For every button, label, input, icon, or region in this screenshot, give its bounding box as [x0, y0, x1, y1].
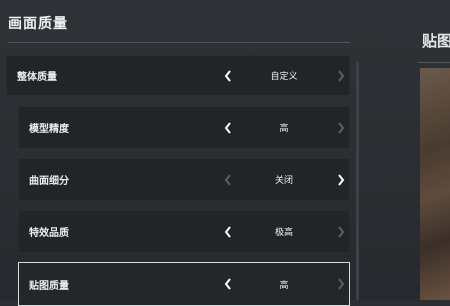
chevron-left-icon[interactable]	[223, 225, 233, 239]
preview-title: 贴图	[422, 32, 450, 50]
setting-value: 自定义	[270, 72, 298, 82]
setting-value: 高	[279, 124, 289, 134]
setting-value: 关闭	[274, 176, 293, 186]
texture-preview-image	[420, 68, 450, 300]
setting-label: 整体质量	[17, 72, 57, 83]
setting-label: 贴图质量	[29, 280, 69, 292]
scrollbar[interactable]	[356, 62, 359, 300]
setting-row-overall-quality[interactable]: 整体质量 自定义	[6, 55, 350, 96]
chevron-right-icon[interactable]	[336, 173, 346, 187]
chevron-left-icon[interactable]	[223, 69, 233, 83]
chevron-right-icon[interactable]	[336, 121, 346, 135]
preview-divider	[418, 62, 450, 63]
setting-value: 高	[279, 280, 289, 291]
setting-label: 特效品质	[29, 228, 69, 239]
chevron-right-icon[interactable]	[336, 69, 346, 83]
setting-label: 模型精度	[29, 124, 69, 135]
setting-row-texture-quality[interactable]: 贴图质量 高	[18, 262, 350, 306]
chevron-left-icon[interactable]	[223, 121, 233, 135]
title-divider	[8, 42, 350, 43]
setting-value: 极高	[274, 228, 293, 238]
chevron-left-icon[interactable]	[223, 277, 233, 291]
setting-row-effects-quality[interactable]: 特效品质 极高	[18, 210, 350, 253]
chevron-right-icon[interactable]	[336, 277, 346, 291]
chevron-left-icon[interactable]	[223, 173, 233, 187]
setting-row-tessellation[interactable]: 曲面细分 关闭	[18, 158, 350, 201]
setting-label: 曲面细分	[29, 176, 69, 187]
setting-row-model-precision[interactable]: 模型精度 高	[18, 106, 350, 149]
section-title: 画面质量	[8, 16, 68, 32]
chevron-right-icon[interactable]	[336, 225, 346, 239]
background	[0, 0, 450, 300]
